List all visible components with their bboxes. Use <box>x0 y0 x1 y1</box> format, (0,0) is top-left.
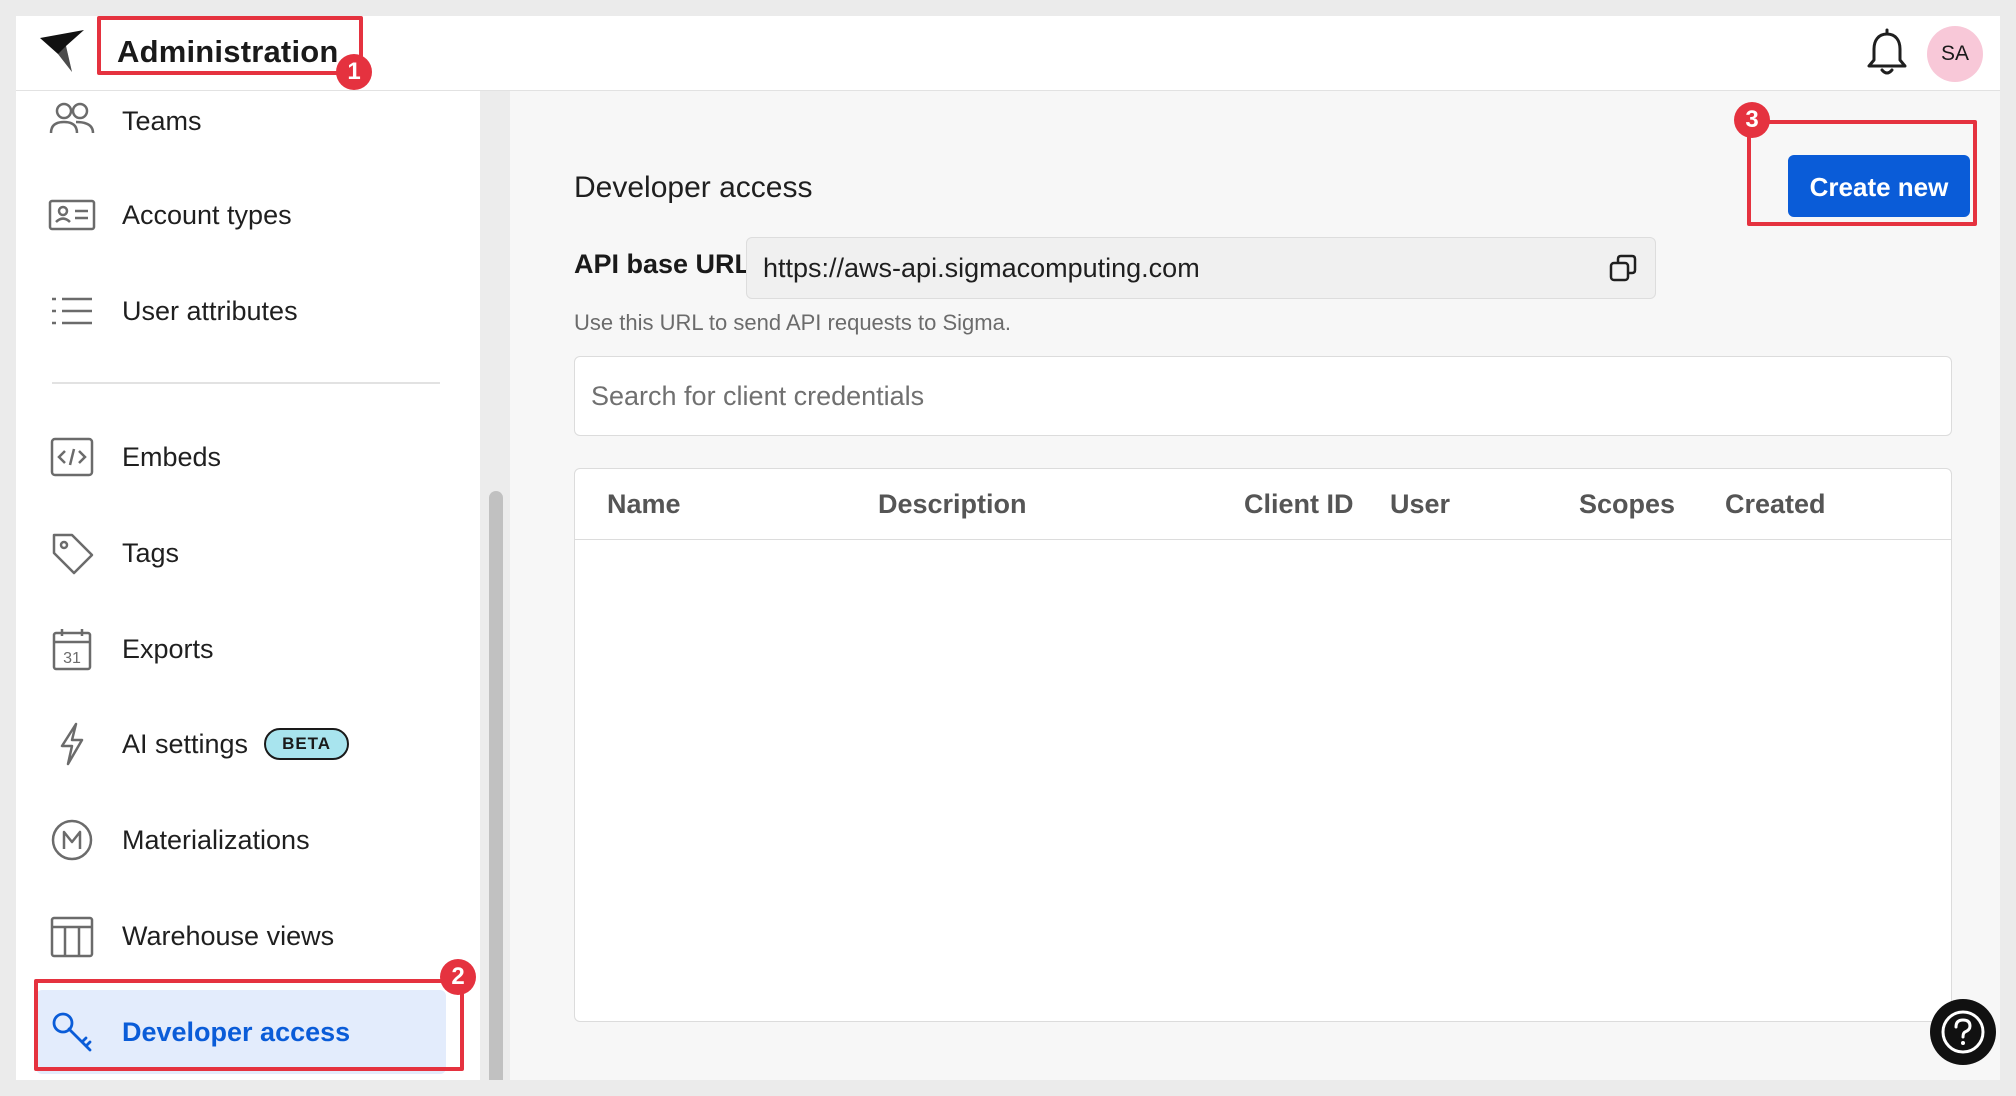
column-header-created[interactable]: Created <box>1725 469 1826 539</box>
teams-icon <box>49 102 95 134</box>
sidebar-item-warehouse-views[interactable]: Warehouse views <box>36 894 446 978</box>
question-mark-icon <box>1941 1010 1985 1054</box>
column-header-user[interactable]: User <box>1390 469 1450 539</box>
annotation-box-1 <box>97 16 363 75</box>
api-base-url-value: https://aws-api.sigmacomputing.com <box>763 253 1200 283</box>
tag-icon <box>52 533 94 575</box>
sidebar-item-embeds[interactable]: Embeds <box>36 415 446 499</box>
sidebar-item-materializations[interactable]: Materializations <box>36 798 446 882</box>
column-header-scopes[interactable]: Scopes <box>1579 469 1675 539</box>
sidebar-item-label: Warehouse views <box>122 920 335 951</box>
bell-icon[interactable] <box>1861 26 1913 80</box>
api-base-url-field[interactable]: https://aws-api.sigmacomputing.com <box>746 237 1656 299</box>
app-window: Administration SA Teams Account types Us… <box>16 16 2000 1080</box>
sidebar-item-label: Exports <box>122 633 214 664</box>
sidebar: Teams Account types User attributes Embe… <box>16 91 481 1080</box>
svg-text:31: 31 <box>63 650 81 667</box>
sidebar-item-label: Embeds <box>122 441 222 472</box>
page-title: Developer access <box>574 171 813 204</box>
credentials-table: Name Description Client ID User Scopes C… <box>574 468 1952 1022</box>
annotation-box-2 <box>34 979 464 1071</box>
annotation-number-2: 2 <box>440 959 476 995</box>
code-icon <box>50 437 94 477</box>
beta-badge: BETA <box>264 728 350 760</box>
sidebar-divider <box>52 382 440 384</box>
table-layout-icon <box>50 916 94 958</box>
api-base-url-label: API base URL <box>574 249 752 279</box>
copy-icon[interactable] <box>1607 252 1639 284</box>
sidebar-item-account-types[interactable]: Account types <box>36 173 446 257</box>
sidebar-scrollbar-thumb[interactable] <box>489 491 503 1080</box>
lightning-icon <box>60 722 84 766</box>
help-button[interactable] <box>1930 999 1996 1065</box>
column-header-client-id[interactable]: Client ID <box>1244 469 1354 539</box>
main-content: Developer access Create new API base URL… <box>510 91 2000 1080</box>
sidebar-item-user-attributes[interactable]: User attributes <box>36 269 446 353</box>
sidebar-item-label: Account types <box>122 199 292 230</box>
sidebar-item-label: AI settings <box>122 728 249 759</box>
user-avatar[interactable]: SA <box>1927 26 1983 82</box>
sidebar-item-teams[interactable]: Teams <box>36 91 446 163</box>
sidebar-item-label: Tags <box>122 537 180 568</box>
list-icon <box>52 297 92 325</box>
search-input[interactable] <box>574 356 1952 436</box>
sidebar-item-label: User attributes <box>122 295 298 326</box>
sidebar-item-ai-settings[interactable]: AI settings BETA <box>36 702 446 786</box>
id-card-icon <box>48 199 96 231</box>
sidebar-item-tags[interactable]: Tags <box>36 511 446 595</box>
materialization-icon <box>51 819 93 861</box>
annotation-box-3 <box>1747 120 1977 226</box>
sigma-logo-icon[interactable] <box>36 26 88 78</box>
table-header: Name Description Client ID User Scopes C… <box>575 469 1951 540</box>
sidebar-item-exports[interactable]: 31 Exports <box>36 607 446 691</box>
sidebar-item-label: Teams <box>122 105 202 136</box>
calendar-icon: 31 <box>52 629 92 671</box>
sidebar-item-label: Materializations <box>122 824 310 855</box>
column-header-description[interactable]: Description <box>878 469 1027 539</box>
annotation-number-1: 1 <box>336 54 372 90</box>
column-header-name[interactable]: Name <box>607 469 681 539</box>
api-help-text: Use this URL to send API requests to Sig… <box>574 310 1011 335</box>
annotation-number-3: 3 <box>1734 102 1770 138</box>
